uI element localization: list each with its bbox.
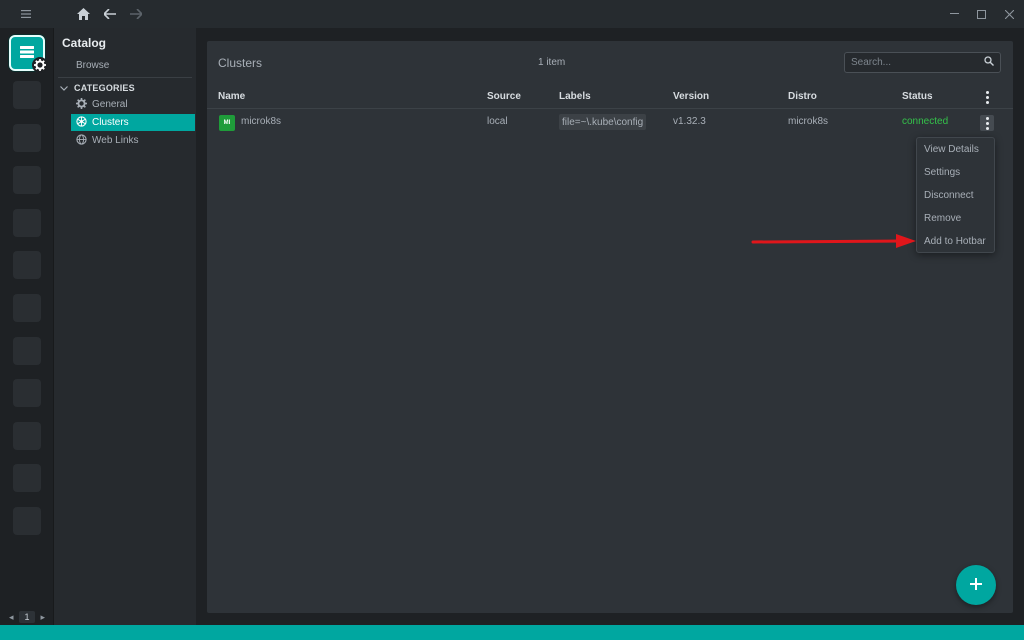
plus-icon <box>970 577 982 593</box>
hotbar-slot[interactable] <box>13 507 41 535</box>
cluster-name[interactable]: microk8s <box>241 116 281 127</box>
search-box[interactable] <box>844 52 1001 73</box>
categories-label: CATEGORIES <box>74 83 135 93</box>
catalog-sidebar: Catalog Browse CATEGORIES General Cluste… <box>54 28 196 625</box>
cluster-source: local <box>487 116 508 127</box>
sidebar-item-label: General <box>92 99 128 110</box>
column-header-status[interactable]: Status <box>902 91 933 102</box>
hotbar-slot[interactable] <box>13 294 41 322</box>
sidebar-divider <box>58 77 192 78</box>
row-menu-icon[interactable] <box>980 115 994 131</box>
clusters-panel: Clusters 1 item Name Source Labels Versi… <box>207 41 1013 613</box>
hotbar-slot[interactable] <box>13 422 41 450</box>
column-header-labels[interactable]: Labels <box>559 91 591 102</box>
annotation-arrow-icon <box>750 232 920 255</box>
column-header-name[interactable]: Name <box>218 91 245 102</box>
sidebar-item-label: Clusters <box>92 117 129 128</box>
hotbar-slot[interactable] <box>13 81 41 109</box>
sidebar-item-general[interactable]: General <box>71 96 195 113</box>
gear-icon <box>32 57 48 73</box>
table-row[interactable]: MI microk8s local file=~\.kube\config v1… <box>207 110 1013 134</box>
page-title: Clusters <box>218 56 263 70</box>
minimize-icon[interactable] <box>940 0 968 28</box>
hotbar-slot[interactable] <box>13 337 41 365</box>
search-input[interactable] <box>851 57 984 68</box>
globe-icon <box>76 133 87 148</box>
status-bar <box>0 625 1024 640</box>
pager-current: 1 <box>19 611 35 623</box>
hotbar-slot[interactable] <box>13 464 41 492</box>
cluster-status: connected <box>902 116 949 127</box>
hotbar-slot[interactable] <box>13 166 41 194</box>
menu-item-settings[interactable]: Settings <box>924 167 960 178</box>
menu-icon[interactable] <box>12 0 40 28</box>
sidebar-item-label: Web Links <box>92 135 139 146</box>
cluster-distro: microk8s <box>788 116 829 127</box>
hotbar-slot[interactable] <box>13 379 41 407</box>
search-icon[interactable] <box>984 56 994 69</box>
hotbar-slot[interactable] <box>13 124 41 152</box>
gear-icon <box>76 97 87 112</box>
hotbar: ◂ 1 ▸ <box>0 28 54 625</box>
hotbar-slot[interactable] <box>13 251 41 279</box>
kubernetes-icon <box>76 115 87 130</box>
column-header-distro[interactable]: Distro <box>788 91 817 102</box>
sidebar-item-clusters[interactable]: Clusters <box>71 114 195 131</box>
column-header-source[interactable]: Source <box>487 91 521 102</box>
add-cluster-button[interactable] <box>956 565 996 605</box>
cluster-avatar: MI <box>219 115 235 131</box>
column-header-version[interactable]: Version <box>673 91 709 102</box>
table-header: Name Source Labels Version Distro Status <box>207 85 1013 109</box>
sidebar-title: Catalog <box>62 36 107 50</box>
menu-item-remove[interactable]: Remove <box>924 213 961 224</box>
home-icon[interactable] <box>69 0 97 28</box>
menu-item-view-details[interactable]: View Details <box>924 144 979 155</box>
catalog-icon <box>20 45 34 61</box>
hotbar-slot[interactable] <box>13 209 41 237</box>
sidebar-item-browse[interactable]: Browse <box>76 60 109 71</box>
hotbar-pager: ◂ 1 ▸ <box>0 610 54 624</box>
row-context-menu: View Details Settings Disconnect Remove … <box>916 137 995 253</box>
forward-icon[interactable] <box>122 0 150 28</box>
item-count: 1 item <box>538 57 566 68</box>
app-window: ◂ 1 ▸ Catalog Browse CATEGORIES General … <box>0 0 1024 640</box>
column-menu-icon[interactable] <box>980 89 994 105</box>
maximize-icon[interactable] <box>967 0 995 28</box>
menu-item-disconnect[interactable]: Disconnect <box>924 190 973 201</box>
sidebar-item-web-links[interactable]: Web Links <box>71 132 195 149</box>
pager-next-icon[interactable]: ▸ <box>41 612 46 623</box>
cluster-label-chip: file=~\.kube\config <box>559 114 647 130</box>
sidebar-categories-header[interactable]: CATEGORIES <box>60 83 135 93</box>
close-icon[interactable] <box>995 0 1023 28</box>
pager-prev-icon[interactable]: ◂ <box>9 612 14 623</box>
title-bar <box>0 0 1024 28</box>
back-icon[interactable] <box>96 0 124 28</box>
cluster-version: v1.32.3 <box>673 116 706 127</box>
menu-item-add-to-hotbar[interactable]: Add to Hotbar <box>924 236 986 247</box>
chevron-down-icon <box>60 83 68 93</box>
